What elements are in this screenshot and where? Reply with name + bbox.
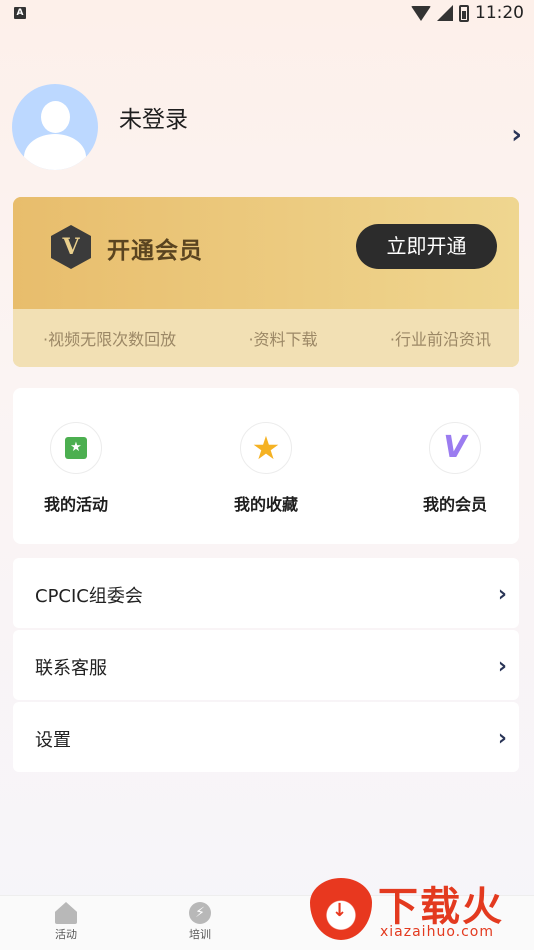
- chevron-right-icon: ›: [497, 582, 507, 607]
- status-bar: A 11:20: [0, 0, 534, 28]
- vip-badge-icon: V: [51, 225, 91, 269]
- home-icon: [55, 902, 77, 924]
- vip-title: 开通会员: [107, 238, 203, 264]
- menu-item-cpcic[interactable]: CPCIC组委会 ›: [13, 558, 519, 628]
- nav-tab-label: 培训: [189, 928, 211, 941]
- menu-item-settings[interactable]: 设置 ›: [13, 702, 519, 772]
- vip-features: ·视频无限次数回放 ·资料下载 ·行业前沿资讯: [13, 309, 519, 367]
- wifi-icon: [411, 5, 431, 21]
- avatar[interactable]: [12, 84, 98, 170]
- avatar-head-shape: [41, 101, 70, 133]
- activity-icon[interactable]: ★: [50, 422, 102, 474]
- profile-header[interactable]: 未登录 ›: [12, 82, 524, 172]
- watermark-url: xiazaihuo.com: [380, 924, 494, 940]
- signal-icon: [437, 5, 453, 21]
- notification-icon: A: [14, 7, 26, 19]
- flame-logo-icon: [310, 878, 372, 940]
- watermark-logo: 下载火 xiazaihuo.com: [310, 876, 530, 946]
- my-activities-shortcut[interactable]: ★ 我的活动: [26, 422, 126, 515]
- menu-item-label: 联系客服: [35, 658, 107, 679]
- menu-item-label: 设置: [35, 730, 71, 751]
- vip-card-header: V 开通会员 立即开通: [13, 197, 519, 309]
- vip-feature-news: ·行业前沿资讯: [389, 330, 491, 349]
- vip-card: V 开通会员 立即开通 ·视频无限次数回放 ·资料下载 ·行业前沿资讯: [13, 197, 519, 367]
- shortcut-label: 我的活动: [43, 495, 108, 514]
- vip-feature-playback: ·视频无限次数回放: [43, 330, 177, 349]
- clock: 11:20: [475, 3, 524, 23]
- my-membership-shortcut[interactable]: V 我的会员: [405, 422, 505, 515]
- bulb-icon: ⚡: [189, 902, 211, 924]
- menu-item-label: CPCIC组委会: [35, 586, 143, 607]
- chevron-right-icon: ›: [497, 726, 507, 751]
- status-icons: 11:20: [411, 3, 524, 23]
- open-vip-button[interactable]: 立即开通: [356, 224, 497, 269]
- login-status-text[interactable]: 未登录: [119, 100, 188, 134]
- battery-icon: [459, 4, 469, 22]
- nav-tab-training[interactable]: ⚡ 培训: [170, 902, 230, 942]
- nav-tab-label: 活动: [55, 928, 77, 941]
- shortcuts-panel: ★ 我的活动 ★ 我的收藏 V 我的会员: [13, 388, 519, 544]
- avatar-body-shape: [24, 134, 86, 170]
- chevron-right-icon: ›: [497, 654, 507, 679]
- shortcut-label: 我的收藏: [233, 495, 298, 514]
- chevron-right-icon[interactable]: ›: [511, 120, 522, 150]
- vip-feature-download: ·资料下载: [248, 330, 318, 349]
- nav-tab-activities[interactable]: 活动: [36, 902, 96, 942]
- menu-item-customer-service[interactable]: 联系客服 ›: [13, 630, 519, 700]
- star-icon[interactable]: ★: [240, 422, 292, 474]
- my-favorites-shortcut[interactable]: ★ 我的收藏: [216, 422, 316, 515]
- vip-icon[interactable]: V: [429, 422, 481, 474]
- shortcut-label: 我的会员: [422, 495, 487, 514]
